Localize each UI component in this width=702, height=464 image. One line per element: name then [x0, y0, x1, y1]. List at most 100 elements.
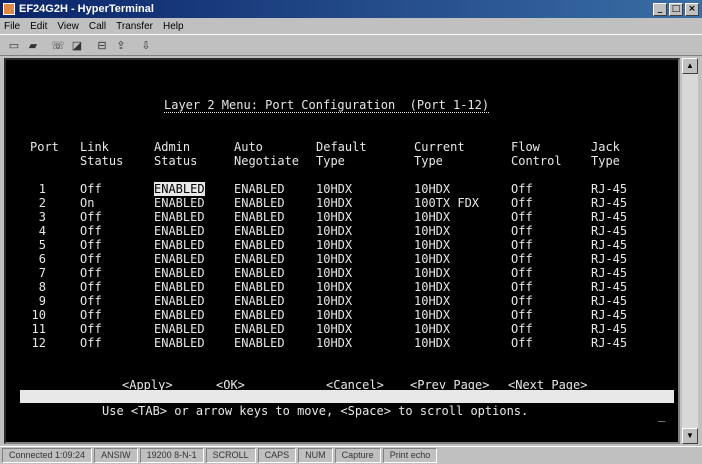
port-admin-cell[interactable]: ENABLED: [154, 336, 205, 350]
port-port-cell: 9: [38, 294, 46, 308]
port-link-cell: Off: [80, 322, 102, 336]
properties-icon[interactable]: ◪: [69, 37, 85, 53]
port-flow-cell[interactable]: Off: [511, 182, 533, 196]
port-admin-cell[interactable]: ENABLED: [154, 224, 205, 238]
port-admin-cell[interactable]: ENABLED: [154, 238, 205, 252]
port-default-cell: 10HDX: [316, 182, 353, 196]
port-jack-cell: RJ-45: [591, 280, 628, 294]
port-auto-cell[interactable]: ENABLED: [234, 308, 285, 322]
port-auto-cell[interactable]: ENABLED: [234, 336, 285, 350]
port-admin-cell[interactable]: ENABLED: [154, 308, 205, 322]
column-header-link: Link: [80, 140, 109, 154]
menu-transfer[interactable]: Transfer: [116, 21, 153, 32]
maximize-button[interactable]: □: [669, 2, 683, 16]
port-port-cell: 1: [38, 182, 46, 196]
port-default-cell: 10HDX: [316, 252, 353, 266]
port-current-cell: 10HDX: [414, 224, 451, 238]
menu-edit[interactable]: Edit: [30, 21, 47, 32]
port-flow-cell[interactable]: Off: [511, 196, 533, 210]
port-jack-cell: RJ-45: [591, 308, 628, 322]
open-icon[interactable]: ▰: [25, 37, 41, 53]
port-flow-cell[interactable]: Off: [511, 252, 533, 266]
port-admin-cell[interactable]: ENABLED: [154, 196, 205, 210]
port-link-cell: Off: [80, 308, 102, 322]
send-icon[interactable]: ⇪: [113, 37, 129, 53]
scroll-up-icon[interactable]: ▲: [682, 58, 698, 74]
vertical-scrollbar[interactable]: ▲ ▼: [682, 58, 698, 444]
port-auto-cell[interactable]: ENABLED: [234, 182, 285, 196]
port-port-cell: 11: [31, 322, 46, 336]
port-flow-cell[interactable]: Off: [511, 238, 533, 252]
port-admin-cell[interactable]: ENABLED: [154, 266, 205, 280]
menu-view[interactable]: View: [57, 21, 79, 32]
terminal-screen[interactable]: Layer 2 Menu: Port Configuration (Port 1…: [4, 58, 680, 444]
port-port-cell: 5: [38, 238, 46, 252]
port-flow-cell[interactable]: Off: [511, 294, 533, 308]
port-port-cell: 12: [31, 336, 46, 350]
minimize-button[interactable]: _: [653, 2, 667, 16]
port-port-cell: 2: [38, 196, 46, 210]
port-auto-cell[interactable]: ENABLED: [234, 210, 285, 224]
port-admin-cell[interactable]: ENABLED: [154, 294, 205, 308]
port-auto-cell[interactable]: ENABLED: [234, 238, 285, 252]
status-capture: Capture: [334, 448, 381, 463]
port-jack-cell: RJ-45: [591, 252, 628, 266]
port-jack-cell: RJ-45: [591, 196, 628, 210]
new-icon[interactable]: ▭: [6, 37, 22, 53]
port-link-cell: Off: [80, 224, 102, 238]
port-jack-cell: RJ-45: [591, 182, 628, 196]
port-admin-cell[interactable]: ENABLED: [154, 280, 205, 294]
port-admin-cell[interactable]: ENABLED: [154, 210, 205, 224]
status-num: NUM: [298, 448, 333, 463]
port-flow-cell[interactable]: Off: [511, 266, 533, 280]
column-header-default: Default: [316, 140, 367, 154]
port-flow-cell[interactable]: Off: [511, 322, 533, 336]
port-port-cell: 8: [38, 280, 46, 294]
port-flow-cell[interactable]: Off: [511, 308, 533, 322]
port-link-cell: Off: [80, 336, 102, 350]
port-port-cell: 7: [38, 266, 46, 280]
port-admin-cell[interactable]: ENABLED: [154, 322, 205, 336]
menu-call[interactable]: Call: [89, 21, 106, 32]
port-auto-cell[interactable]: ENABLED: [234, 294, 285, 308]
port-default-cell: 10HDX: [316, 294, 353, 308]
port-link-cell: Off: [80, 238, 102, 252]
menu-file[interactable]: File: [4, 21, 20, 32]
statusbar: Connected 1:09:24 ANSIW 19200 8-N-1 SCRO…: [0, 446, 702, 464]
status-caps: CAPS: [257, 448, 297, 463]
menu-help[interactable]: Help: [163, 21, 184, 32]
port-auto-cell[interactable]: ENABLED: [234, 252, 285, 266]
port-jack-cell: RJ-45: [591, 336, 628, 350]
port-flow-cell[interactable]: Off: [511, 224, 533, 238]
close-button[interactable]: ×: [685, 2, 699, 16]
status-scroll: SCROLL: [205, 448, 256, 463]
port-auto-cell[interactable]: ENABLED: [234, 196, 285, 210]
column-header-flow: Control: [511, 154, 562, 168]
port-admin-cell[interactable]: ENABLED: [154, 182, 205, 196]
column-header-admin: Admin: [154, 140, 191, 154]
port-auto-cell[interactable]: ENABLED: [234, 322, 285, 336]
port-link-cell: Off: [80, 210, 102, 224]
port-current-cell: 10HDX: [414, 238, 451, 252]
status-print-echo: Print echo: [382, 448, 438, 463]
port-flow-cell[interactable]: Off: [511, 280, 533, 294]
port-auto-cell[interactable]: ENABLED: [234, 280, 285, 294]
port-link-cell: Off: [80, 294, 102, 308]
dial-icon[interactable]: ☏: [50, 37, 66, 53]
port-current-cell: 10HDX: [414, 280, 451, 294]
column-header-admin: Status: [154, 154, 198, 168]
port-auto-cell[interactable]: ENABLED: [234, 224, 285, 238]
port-current-cell: 10HDX: [414, 308, 451, 322]
status-connection: Connected 1:09:24: [2, 448, 93, 463]
port-port-cell: 10: [31, 308, 46, 322]
mode-indicator: READ/SELECT: [588, 418, 668, 432]
column-header-current: Type: [414, 154, 443, 168]
scroll-down-icon[interactable]: ▼: [682, 428, 698, 444]
port-flow-cell[interactable]: Off: [511, 210, 533, 224]
port-default-cell: 10HDX: [316, 196, 353, 210]
disconnect-icon[interactable]: ⊟: [94, 37, 110, 53]
port-admin-cell[interactable]: ENABLED: [154, 252, 205, 266]
port-auto-cell[interactable]: ENABLED: [234, 266, 285, 280]
port-flow-cell[interactable]: Off: [511, 336, 533, 350]
receive-icon[interactable]: ⇩: [138, 37, 154, 53]
